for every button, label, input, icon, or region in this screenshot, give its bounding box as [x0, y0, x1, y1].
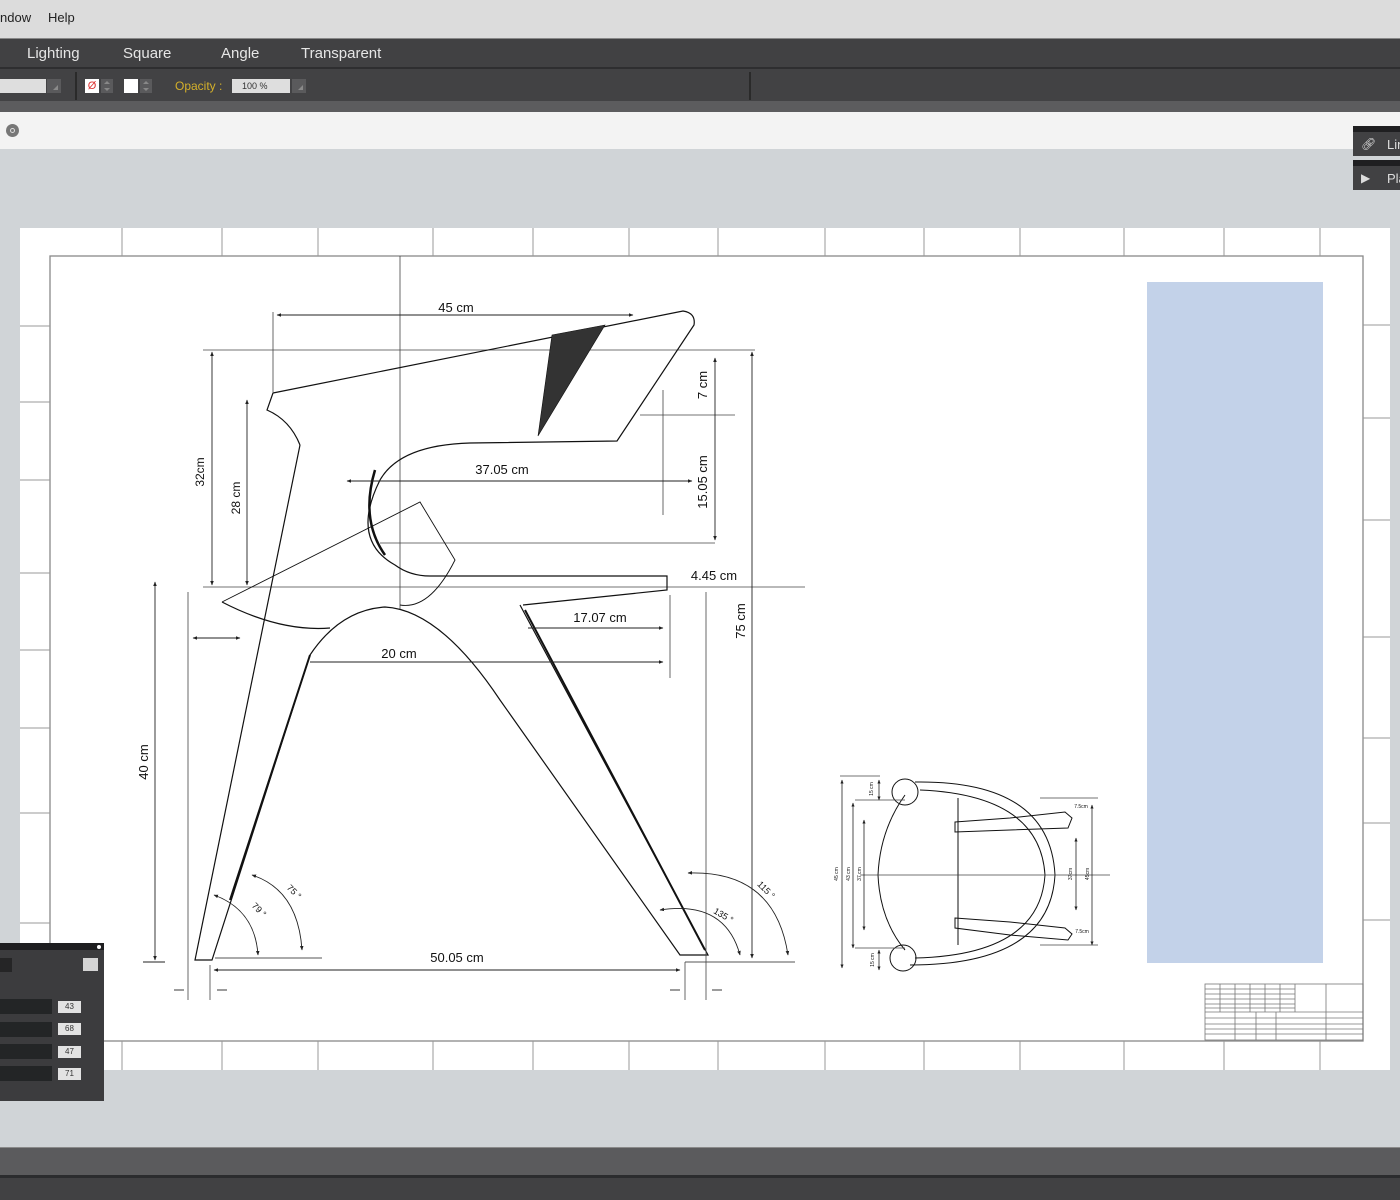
play-icon: ▶ [1361, 171, 1371, 185]
image-placeholder[interactable] [1147, 282, 1323, 963]
dim-7cm: 7 cm [695, 371, 710, 399]
dim-20cm: 20 cm [381, 646, 416, 661]
top-dim-15cm-top: 15 cm [869, 782, 875, 796]
link-icon: 🔗︎ [1361, 137, 1377, 151]
panel-close-dot[interactable] [97, 945, 101, 949]
status-bar [0, 1147, 1400, 1176]
panel-tab[interactable] [0, 958, 12, 972]
top-dim-15cm-bottom: 15 cm [870, 953, 876, 967]
floating-panel[interactable]: 43 68 47 71 [0, 943, 104, 1101]
top-dim-45cm-right: 45cm [1085, 868, 1091, 880]
value-slider-3[interactable] [0, 1044, 52, 1059]
value-field-4[interactable]: 71 [58, 1068, 81, 1080]
value-field-2[interactable]: 68 [58, 1023, 81, 1035]
dim-75cm: 75 cm [733, 603, 748, 638]
top-dim-37cm: 37 cm [857, 867, 863, 881]
panel-links-label: Lin [1387, 137, 1400, 152]
dim-17-07cm: 17.07 cm [573, 610, 626, 625]
top-dim-7-5cm-bottom: 7.5cm [1075, 929, 1089, 935]
top-dim-45cm: 45 cm [834, 867, 840, 881]
top-dim-7-5cm-top: 7.5cm [1074, 804, 1088, 810]
dim-45cm: 45 cm [438, 300, 473, 315]
value-slider-2[interactable] [0, 1022, 52, 1037]
value-field-1[interactable]: 43 [58, 1001, 81, 1013]
panel-swatch[interactable] [83, 958, 98, 971]
value-slider-4[interactable] [0, 1066, 52, 1081]
panel-links[interactable]: 🔗︎ Lin [1353, 126, 1400, 156]
taskbar [0, 1175, 1400, 1200]
drawing-sheet[interactable]: 45 cm 7 cm 37.05 cm 15.05 cm 32cm 28 cm … [0, 0, 1400, 1200]
dim-15-05cm: 15.05 cm [695, 455, 710, 508]
top-dim-37cm-right: 37cm [1068, 868, 1074, 880]
panel-play-label: Pla [1387, 171, 1400, 186]
panel-play[interactable]: ▶ Pla [1353, 160, 1400, 190]
dim-50-05cm: 50.05 cm [430, 950, 483, 965]
dim-28cm: 28 cm [229, 482, 243, 515]
dim-37-05cm: 37.05 cm [475, 462, 528, 477]
top-dim-43cm: 43 cm [846, 867, 852, 881]
dim-40cm: 40 cm [136, 744, 151, 779]
dim-4-45cm: 4.45 cm [691, 568, 737, 583]
dim-32cm: 32cm [193, 457, 207, 486]
value-field-3[interactable]: 47 [58, 1046, 81, 1058]
value-slider-1[interactable] [0, 999, 52, 1014]
